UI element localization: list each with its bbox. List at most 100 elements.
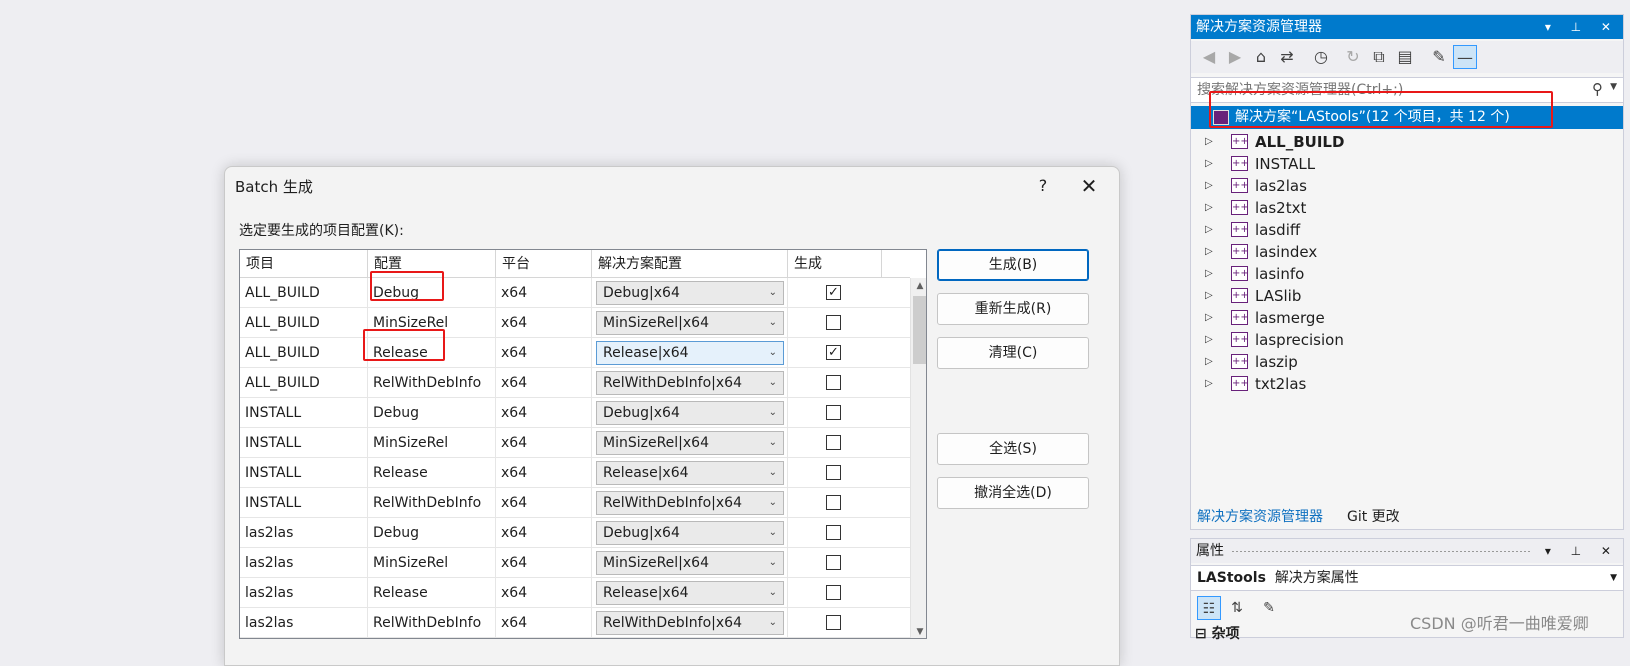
build-checkbox[interactable]: ✓ [826, 345, 841, 360]
expand-triangle-icon[interactable]: ▷ [1205, 285, 1213, 307]
collapse-all-icon[interactable]: ⧉ [1367, 45, 1391, 69]
expand-triangle-icon[interactable]: ▷ [1205, 131, 1213, 153]
sync-icon[interactable]: ↻ [1341, 45, 1365, 69]
tree-item-project[interactable]: ▷ ++ laszip [1191, 351, 1623, 373]
tree-item-project[interactable]: ▷ ++ LASlib [1191, 285, 1623, 307]
tree-item-project[interactable]: ▷ ++ lasindex [1191, 241, 1623, 263]
expand-triangle-icon[interactable]: ▷ [1205, 241, 1213, 263]
switch-views-icon[interactable]: ⇄ [1275, 45, 1299, 69]
object-selector[interactable]: LAStools 解决方案属性 ▼ [1191, 565, 1623, 591]
build-checkbox[interactable] [826, 315, 841, 330]
column-header-platform[interactable]: 平台 [496, 250, 592, 278]
property-pages-wrench-icon[interactable]: ✎ [1257, 596, 1281, 620]
build-checkbox[interactable] [826, 555, 841, 570]
build-checkbox[interactable] [826, 375, 841, 390]
column-header-solution-config[interactable]: 解决方案配置 [592, 250, 788, 278]
pending-changes-filter-icon[interactable]: ◷ [1309, 45, 1333, 69]
tree-item-project[interactable]: ▷ ++ lasprecision [1191, 329, 1623, 351]
home-icon[interactable]: ⌂ [1249, 45, 1273, 69]
help-button[interactable]: ? [1023, 173, 1063, 199]
tree-item-project[interactable]: ▷ ++ lasdiff [1191, 219, 1623, 241]
tree-item-project[interactable]: ▷ ++ las2txt [1191, 197, 1623, 219]
search-icon[interactable]: ⚲ [1592, 80, 1603, 98]
show-all-files-icon[interactable]: ▤ [1393, 45, 1417, 69]
table-row[interactable]: las2las Release x64 Release|x64 ⌄ [240, 578, 910, 608]
project-label: las2txt [1255, 199, 1307, 217]
table-row[interactable]: ALL_BUILD Release x64 Release|x64 ⌄ ✓ [240, 338, 910, 368]
table-row[interactable]: ALL_BUILD MinSizeRel x64 MinSizeRel|x64 ⌄ [240, 308, 910, 338]
expand-triangle-icon[interactable]: ▷ [1205, 307, 1213, 329]
chevron-down-icon[interactable]: ▼ [1610, 566, 1617, 590]
panel-window-buttons[interactable]: ▾ ⊥ ✕ [1545, 15, 1619, 39]
build-checkbox[interactable] [826, 495, 841, 510]
table-row[interactable]: INSTALL Release x64 Release|x64 ⌄ [240, 458, 910, 488]
expand-triangle-icon[interactable]: ▷ [1205, 197, 1213, 219]
build-checkbox[interactable]: ✓ [826, 285, 841, 300]
build-checkbox[interactable] [826, 615, 841, 630]
properties-wrench-icon[interactable]: ✎ [1427, 45, 1451, 69]
table-row[interactable]: las2las Debug x64 Debug|x64 ⌄ [240, 518, 910, 548]
build-checkbox[interactable] [826, 405, 841, 420]
expand-triangle-icon[interactable]: ▷ [1205, 263, 1213, 285]
tree-item-project[interactable]: ▷ ++ INSTALL [1191, 153, 1623, 175]
rebuild-button[interactable]: 重新生成(R) [937, 293, 1089, 325]
build-button[interactable]: 生成(B) [937, 249, 1089, 281]
expand-triangle-icon[interactable]: ▷ [1205, 219, 1213, 241]
solution-config-dropdown[interactable]: Debug|x64 ⌄ [596, 521, 784, 545]
solution-config-dropdown[interactable]: MinSizeRel|x64 ⌄ [596, 551, 784, 575]
solution-config-dropdown[interactable]: Release|x64 ⌄ [596, 581, 784, 605]
preview-selected-icon[interactable]: — [1453, 45, 1477, 69]
solution-config-dropdown[interactable]: MinSizeRel|x64 ⌄ [596, 311, 784, 335]
solution-config-dropdown[interactable]: Debug|x64 ⌄ [596, 281, 784, 305]
expand-triangle-icon[interactable]: ▷ [1205, 329, 1213, 351]
tree-item-project[interactable]: ▷ ++ lasmerge [1191, 307, 1623, 329]
table-row[interactable]: las2las MinSizeRel x64 MinSizeRel|x64 ⌄ [240, 548, 910, 578]
clean-button[interactable]: 清理(C) [937, 337, 1089, 369]
alphabetical-icon[interactable]: ⇅ [1225, 596, 1249, 620]
chevron-down-icon: ⌄ [768, 587, 777, 598]
select-all-button[interactable]: 全选(S) [937, 433, 1089, 465]
solution-config-dropdown[interactable]: MinSizeRel|x64 ⌄ [596, 431, 784, 455]
chevron-down-icon[interactable]: ▼ [1610, 82, 1617, 92]
table-row[interactable]: ALL_BUILD Debug x64 Debug|x64 ⌄ ✓ [240, 278, 910, 308]
build-checkbox[interactable] [826, 585, 841, 600]
back-icon[interactable]: ◀ [1197, 45, 1221, 69]
expand-triangle-icon[interactable]: ▷ [1205, 153, 1213, 175]
expand-triangle-icon[interactable]: ▷ [1205, 175, 1213, 197]
column-header-build[interactable]: 生成 [788, 250, 882, 278]
build-checkbox[interactable] [826, 465, 841, 480]
build-checkbox[interactable] [826, 435, 841, 450]
table-row[interactable]: INSTALL RelWithDebInfo x64 RelWithDebInf… [240, 488, 910, 518]
solution-config-dropdown[interactable]: RelWithDebInfo|x64 ⌄ [596, 491, 784, 515]
forward-icon[interactable]: ▶ [1223, 45, 1247, 69]
property-category[interactable]: ⊟ 杂项 [1195, 623, 1240, 643]
expand-triangle-icon[interactable]: ▷ [1205, 351, 1213, 373]
solution-config-dropdown[interactable]: Release|x64 ⌄ [596, 461, 784, 485]
column-header-project[interactable]: 项目 [240, 250, 368, 278]
table-row[interactable]: ALL_BUILD RelWithDebInfo x64 RelWithDebI… [240, 368, 910, 398]
scroll-down-icon[interactable]: ▼ [911, 624, 926, 638]
tree-item-project[interactable]: ▷ ++ lasinfo [1191, 263, 1623, 285]
expand-triangle-icon[interactable]: ▷ [1205, 373, 1213, 395]
panel-window-buttons[interactable]: ▾ ⊥ ✕ [1545, 539, 1619, 563]
table-row[interactable]: las2las RelWithDebInfo x64 RelWithDebInf… [240, 608, 910, 638]
tree-item-project[interactable]: ▷ ++ las2las [1191, 175, 1623, 197]
scrollbar-thumb[interactable] [913, 296, 926, 364]
table-row[interactable]: INSTALL MinSizeRel x64 MinSizeRel|x64 ⌄ [240, 428, 910, 458]
tab-git-changes[interactable]: Git 更改 [1347, 507, 1400, 527]
solution-config-dropdown[interactable]: RelWithDebInfo|x64 ⌄ [596, 611, 784, 635]
solution-config-dropdown[interactable]: RelWithDebInfo|x64 ⌄ [596, 371, 784, 395]
close-button[interactable]: ✕ [1069, 173, 1109, 199]
scroll-up-icon[interactable]: ▲ [911, 278, 926, 294]
tree-item-project[interactable]: ▷ ++ ALL_BUILD [1191, 131, 1623, 153]
project-icon: ++ [1231, 244, 1249, 259]
deselect-all-button[interactable]: 撤消全选(D) [937, 477, 1089, 509]
tree-item-project[interactable]: ▷ ++ txt2las [1191, 373, 1623, 395]
grid-scrollbar[interactable]: ▲ ▼ [910, 278, 926, 638]
table-row[interactable]: INSTALL Debug x64 Debug|x64 ⌄ [240, 398, 910, 428]
solution-config-dropdown[interactable]: Debug|x64 ⌄ [596, 401, 784, 425]
categorized-icon[interactable]: ☷ [1197, 596, 1221, 620]
solution-config-dropdown[interactable]: Release|x64 ⌄ [596, 341, 784, 365]
build-checkbox[interactable] [826, 525, 841, 540]
tab-solution-explorer[interactable]: 解决方案资源管理器 [1197, 507, 1323, 527]
